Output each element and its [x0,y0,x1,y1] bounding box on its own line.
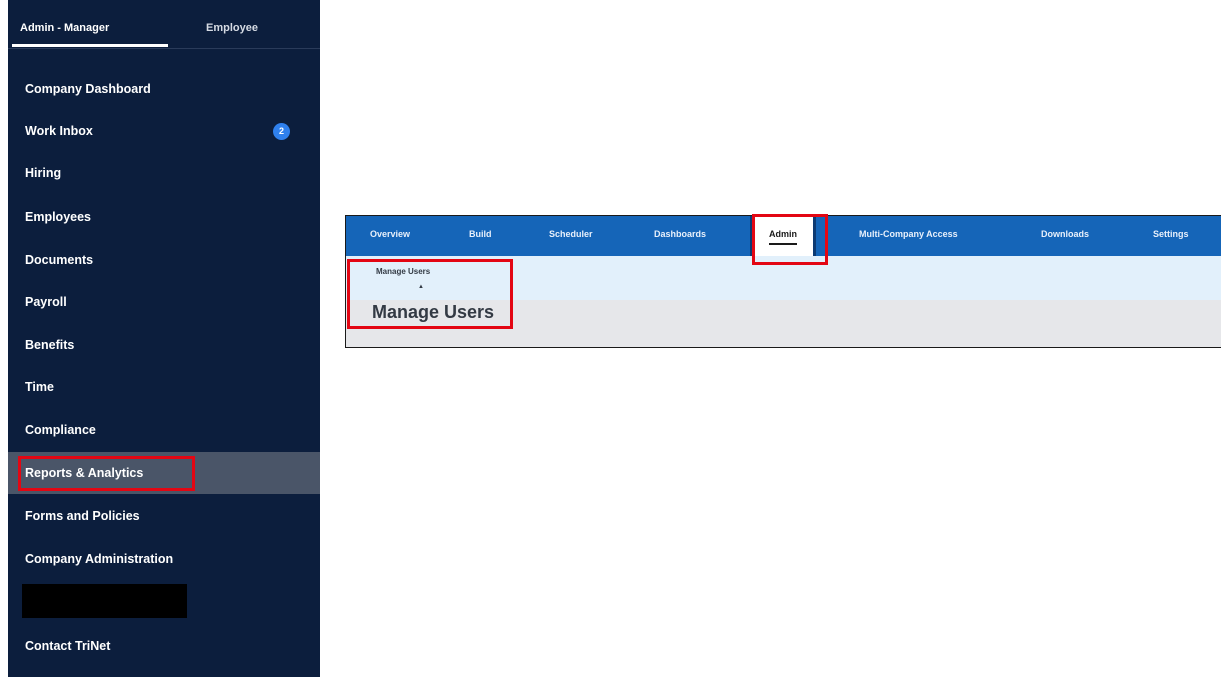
active-tab-indicator [12,44,168,47]
tab-employee[interactable]: Employee [206,22,258,34]
sidebar-item-label: Benefits [25,338,75,352]
sidebar: Admin - Manager Employee Company Dashboa… [8,0,320,677]
sidebar-item-company-administration[interactable]: Company Administration [8,538,320,580]
sidebar-item-label: Employees [25,210,92,224]
tab-multi-company-access[interactable]: Multi-Company Access [859,229,958,239]
caret-icon: ▲ [418,284,424,290]
tab-build[interactable]: Build [469,229,492,239]
sidebar-item-contact-trinet[interactable]: Contact TriNet [8,625,320,667]
active-tab-underline [769,243,797,245]
tab-dashboards[interactable]: Dashboards [654,229,706,239]
divider [8,48,320,49]
sidebar-item-reports-analytics[interactable]: Reports & Analytics [8,452,320,494]
page-title: Manage Users [372,302,495,322]
subtab-manage-users[interactable]: Manage Users [376,267,430,276]
inbox-count-badge: 2 [273,122,290,140]
tab-downloads[interactable]: Downloads [1041,229,1089,239]
role-tabs: Admin - Manager Employee [8,0,320,52]
tab-admin-label: Admin [769,229,797,239]
sidebar-item-compliance[interactable]: Compliance [8,409,320,451]
redacted-block [22,584,187,618]
sidebar-item-label: Payroll [25,295,67,309]
sidebar-item-company-dashboard[interactable]: Company Dashboard [8,68,320,110]
sidebar-item-payroll[interactable]: Payroll [8,281,320,323]
sidebar-item-employees[interactable]: Employees [8,196,320,238]
admin-panel: Overview Build Scheduler Dashboards Admi… [345,215,1221,348]
sidebar-item-label: Documents [25,253,94,267]
sidebar-item-label: Compliance [25,423,96,437]
sidebar-item-benefits[interactable]: Benefits [8,324,320,366]
sidebar-item-label: Reports & Analytics [25,466,144,480]
sidebar-item-time[interactable]: Time [8,366,320,408]
tab-settings[interactable]: Settings [1153,229,1189,239]
tab-overview[interactable]: Overview [370,229,410,239]
sidebar-item-label: Forms and Policies [25,509,140,523]
sidebar-item-forms-policies[interactable]: Forms and Policies [8,495,320,537]
sidebar-item-work-inbox[interactable]: Work Inbox 2 [8,110,320,152]
sidebar-item-hiring[interactable]: Hiring [8,152,320,194]
tab-admin-manager[interactable]: Admin - Manager [20,22,109,34]
sidebar-item-label: Contact TriNet [25,639,111,653]
tab-scheduler[interactable]: Scheduler [549,229,593,239]
sidebar-item-documents[interactable]: Documents [8,239,320,281]
sidebar-item-label: Company Dashboard [25,82,151,96]
top-nav: Overview Build Scheduler Dashboards Admi… [346,216,1221,264]
sidebar-item-label: Work Inbox [25,124,93,138]
sidebar-item-label: Time [25,380,54,394]
sidebar-item-label: Hiring [25,166,62,180]
sidebar-item-label: Company Administration [25,552,174,566]
sub-nav: Manage Users ▲ [346,256,1221,300]
